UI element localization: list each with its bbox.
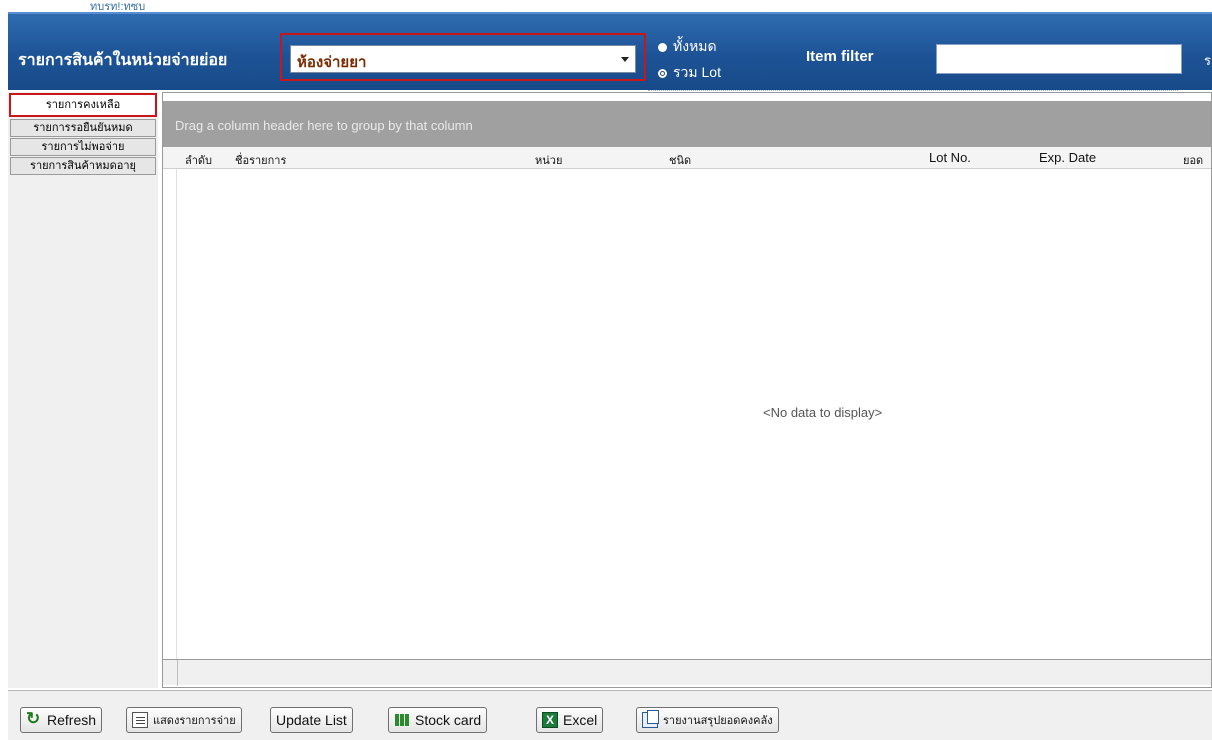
column-header-lot-no[interactable]: Lot No. bbox=[929, 150, 971, 165]
group-by-panel[interactable]: Drag a column header here to group by th… bbox=[163, 101, 1211, 147]
column-header-exp-date[interactable]: Exp. Date bbox=[1039, 150, 1096, 165]
page-title: รายการสินค้าในหน่วยจ่ายย่อย bbox=[18, 52, 228, 69]
sidebar: รายการคงเหลือ รายการรอยืนยันหมด รายการไม… bbox=[8, 92, 158, 688]
window-title-strip: ทบรท!:ทซบ bbox=[0, 0, 1212, 13]
unit-combo[interactable]: ห้องจ่ายยา bbox=[290, 45, 636, 73]
show-dispense-button[interactable]: แสดงรายการจ่าย bbox=[126, 707, 242, 733]
data-grid: Drag a column header here to group by th… bbox=[162, 92, 1212, 688]
show-dispense-button-label: แสดงรายการจ่าย bbox=[153, 715, 236, 727]
excel-button-label: Excel bbox=[563, 712, 598, 728]
update-list-button[interactable]: Update List bbox=[270, 707, 353, 733]
list-icon bbox=[132, 712, 148, 728]
column-header-type[interactable]: ชนิด bbox=[669, 151, 691, 169]
refresh-icon bbox=[26, 709, 42, 729]
radio-combine-lot[interactable]: รวม Lot bbox=[658, 62, 721, 84]
stock-card-icon bbox=[394, 712, 410, 728]
header-bar: รายการสินค้าในหน่วยจ่ายย่อย ห้องจ่ายยา ท… bbox=[8, 12, 1212, 91]
row-indicator-column bbox=[163, 169, 177, 659]
empty-grid-message: <No data to display> bbox=[763, 405, 883, 420]
summary-report-button-label: รายงานสรุปยอดคงคลัง bbox=[663, 715, 773, 727]
sidebar-tab-expired[interactable]: รายการสินค้าหมดอายุ bbox=[10, 157, 156, 175]
radio-all[interactable]: ทั้งหมด bbox=[658, 36, 717, 58]
refresh-button-label: Refresh bbox=[47, 712, 97, 728]
column-header-total[interactable]: ยอด bbox=[1183, 151, 1203, 169]
refresh-button[interactable]: Refresh bbox=[20, 707, 103, 733]
header-cutoff-text: ร bbox=[1204, 54, 1211, 69]
sidebar-tab-pending-confirm[interactable]: รายการรอยืนยันหมด bbox=[10, 119, 156, 137]
stock-card-button[interactable]: Stock card bbox=[388, 707, 488, 733]
radio-selected-icon bbox=[658, 68, 667, 78]
bottom-toolbar: Refresh แสดงรายการจ่าย Update List Stock… bbox=[8, 690, 1212, 740]
radio-dot-icon bbox=[658, 42, 667, 52]
group-by-hint: Drag a column header here to group by th… bbox=[175, 118, 473, 133]
grid-footer bbox=[163, 659, 1211, 686]
stock-card-button-label: Stock card bbox=[415, 712, 482, 728]
column-header-name[interactable]: ชื่อรายการ bbox=[235, 151, 286, 169]
sidebar-tab-insufficient[interactable]: รายการไม่พอจ่าย bbox=[10, 138, 156, 156]
unit-combo-value: ห้องจ่ายยา bbox=[297, 54, 367, 71]
sidebar-tab-remaining[interactable]: รายการคงเหลือ bbox=[9, 93, 157, 117]
column-header-unit[interactable]: หน่วย bbox=[535, 151, 562, 169]
column-header-seq[interactable]: ลำดับ bbox=[185, 151, 212, 169]
summary-report-button[interactable]: รายงานสรุปยอดคงคลัง bbox=[636, 707, 779, 733]
update-list-button-label: Update List bbox=[276, 712, 347, 728]
report-icon bbox=[642, 710, 659, 728]
excel-icon bbox=[542, 712, 558, 728]
column-header-row: ลำดับ ชื่อรายการ หน่วย ชนิด Lot No. Exp.… bbox=[163, 147, 1211, 169]
chevron-down-icon[interactable] bbox=[621, 57, 629, 62]
radio-lot-label: รวม Lot bbox=[673, 64, 721, 80]
item-filter-label: Item filter bbox=[806, 48, 874, 65]
item-filter-input[interactable] bbox=[936, 44, 1182, 74]
excel-button[interactable]: Excel bbox=[536, 707, 604, 733]
radio-all-label: ทั้งหมด bbox=[673, 38, 717, 54]
